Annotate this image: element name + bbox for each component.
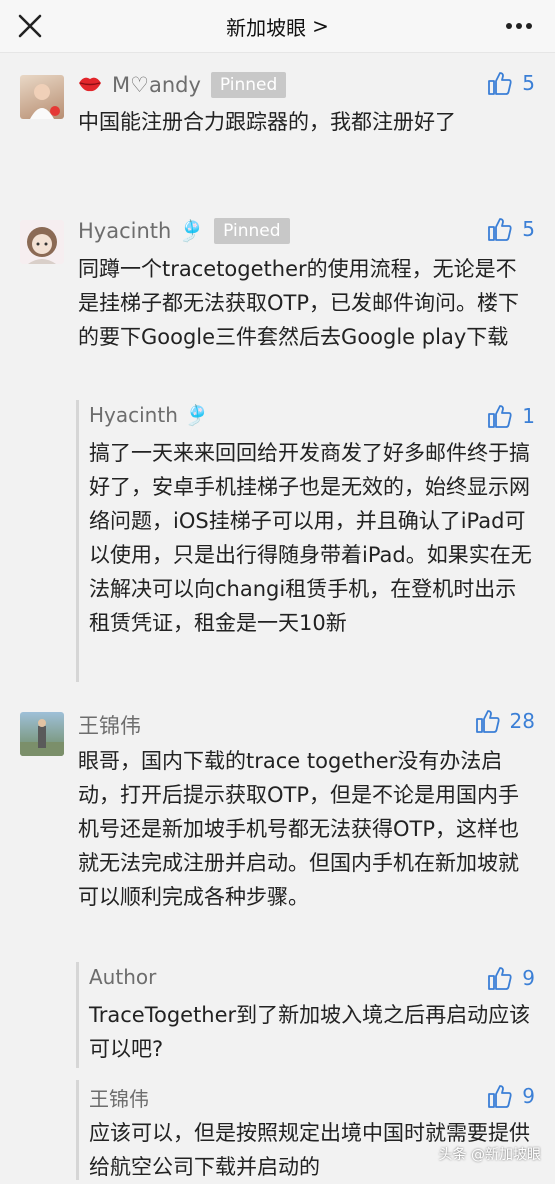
like-button[interactable]: 5 — [487, 70, 535, 96]
like-count: 9 — [522, 966, 535, 990]
like-count: 5 — [522, 217, 535, 241]
thumbs-up-icon — [487, 70, 513, 96]
thumbs-up-icon — [487, 1083, 513, 1109]
comment-header: Hyacinth 🎐 Pinned — [78, 218, 537, 244]
comment-text: 眼哥，国内下载的trace together没有办法启动，打开后提示获取OTP，… — [78, 749, 520, 909]
watermark: 头条 @新加坡眼 — [438, 1147, 541, 1163]
reply-author[interactable]: Author — [89, 965, 156, 989]
like-button[interactable]: 5 — [487, 216, 535, 242]
avatar[interactable] — [20, 712, 64, 756]
thumbs-up-icon — [487, 216, 513, 242]
reply-author[interactable]: Hyacinth 🎐 — [89, 403, 209, 427]
page-title: 新加坡眼 — [226, 15, 307, 40]
comment-text: 同蹲一个tracetogether的使用流程，无论是不是挂梯子都无法获取OTP，… — [78, 257, 520, 349]
reply-block: Author 9 TraceTogether到了新加坡入境之后再启动应该可以吧? — [76, 962, 535, 1068]
page-title-link[interactable]: 新加坡眼 > — [226, 12, 329, 41]
like-button[interactable]: 9 — [487, 965, 535, 991]
pinned-badge: Pinned — [210, 72, 287, 98]
avatar[interactable] — [20, 220, 64, 264]
reply-header: Author — [89, 965, 156, 989]
avatar[interactable] — [20, 75, 64, 119]
lips-icon — [78, 73, 102, 97]
like-count: 28 — [509, 709, 535, 733]
reply-text: TraceTogether到了新加坡入境之后再启动应该可以吧? — [89, 1003, 531, 1061]
close-icon[interactable] — [14, 10, 46, 42]
like-button[interactable]: 9 — [487, 1083, 535, 1109]
top-bar: 新加坡眼 > — [0, 0, 555, 53]
like-count: 1 — [522, 404, 535, 428]
reply-header: Hyacinth 🎐 — [89, 403, 209, 427]
reply-block: Hyacinth 🎐 1 搞了一天来来回回给开发商发了好多邮件终于搞好了，安卓手… — [76, 400, 535, 682]
like-count: 5 — [522, 71, 535, 95]
thumbs-up-icon — [487, 965, 513, 991]
comment-author[interactable]: M♡andy — [112, 73, 201, 97]
chevron-right-icon: > — [312, 14, 329, 38]
reply-author[interactable]: 王锦伟 — [89, 1087, 149, 1111]
comment-text: 中国能注册合力跟踪器的，我都注册好了 — [78, 110, 456, 134]
comment-author[interactable]: Hyacinth 🎐 — [78, 219, 204, 244]
like-count: 9 — [522, 1084, 535, 1108]
reply-header: 王锦伟 — [89, 1083, 149, 1112]
thumbs-up-icon — [487, 403, 513, 429]
reply-block: 王锦伟 9 应该可以，但是按照规定出境中国时就需要提供给航空公司下载并启动的 — [76, 1080, 535, 1180]
comment-header: M♡andy Pinned — [78, 72, 537, 98]
reply-text: 搞了一天来来回回给开发商发了好多邮件终于搞好了，安卓手机挂梯子也是无效的，始终显… — [89, 441, 532, 635]
more-horizontal-icon[interactable] — [503, 12, 535, 40]
pinned-badge: Pinned — [214, 218, 290, 244]
like-button[interactable]: 28 — [475, 708, 535, 734]
like-button[interactable]: 1 — [487, 403, 535, 429]
thumbs-up-icon — [475, 708, 501, 734]
comment-header: 王锦伟 — [78, 710, 537, 740]
comment-author[interactable]: 王锦伟 — [78, 710, 141, 740]
